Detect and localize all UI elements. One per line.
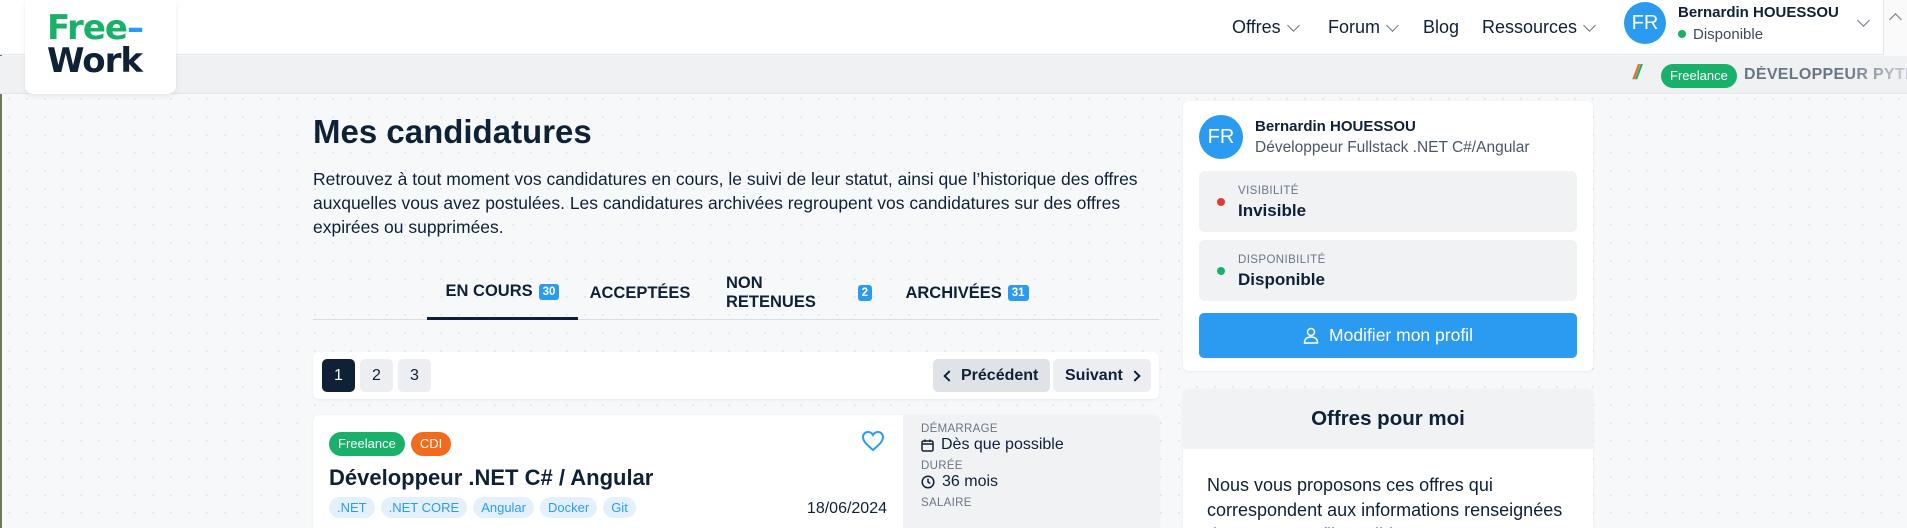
offers-title: Offres pour moi bbox=[1183, 389, 1593, 449]
offers-card: Offres pour moi Nous vous proposons ces … bbox=[1183, 389, 1593, 528]
start-value: Dès que possible bbox=[921, 436, 1159, 454]
visibility-label: VISIBILITÉ bbox=[1238, 185, 1299, 197]
scroll-up-button[interactable] bbox=[1883, 0, 1907, 55]
tab-archivees[interactable]: ARCHIVÉES 31 bbox=[905, 280, 1029, 320]
user-status: Disponible bbox=[1678, 26, 1839, 43]
visibility-value: Invisible bbox=[1238, 201, 1307, 220]
contract-badge-cdi: CDI bbox=[410, 432, 452, 456]
job-title[interactable]: Développeur .NET C# / Angular bbox=[329, 465, 653, 491]
profile-name: Bernardin HOUESSOU bbox=[1255, 118, 1416, 135]
status-dot-icon bbox=[1678, 30, 1686, 38]
page-title: Mes candidatures bbox=[313, 113, 592, 150]
status-dot-icon bbox=[1217, 198, 1225, 206]
nav-forum[interactable]: Forum bbox=[1328, 0, 1399, 55]
ticker-slash-icon: // bbox=[1633, 62, 1641, 84]
skill-tag: Git bbox=[603, 497, 636, 518]
user-menu[interactable]: FR Bernardin HOUESSOU Disponible bbox=[1624, 2, 1870, 44]
page-2-button[interactable]: 2 bbox=[360, 359, 393, 392]
availability-status[interactable]: DISPONIBILITÉ Disponible bbox=[1199, 240, 1577, 301]
pagination: 1 2 3 Précédent Suivant bbox=[313, 352, 1159, 399]
nav-ressources[interactable]: Ressources bbox=[1482, 0, 1596, 55]
skill-tag: Angular bbox=[473, 497, 534, 518]
skill-tag: .NET CORE bbox=[380, 497, 468, 518]
profile-card: FR Bernardin HOUESSOU Développeur Fullst… bbox=[1183, 101, 1593, 371]
start-value-text: Dès que possible bbox=[941, 436, 1064, 453]
tab-en-cours[interactable]: EN COURS 30 bbox=[427, 280, 578, 320]
chevron-down-icon bbox=[1386, 18, 1399, 32]
next-label: Suivant bbox=[1065, 366, 1123, 384]
profile-avatar: FR bbox=[1199, 115, 1243, 159]
duration-value-text: 36 mois bbox=[942, 473, 999, 490]
chevron-down-icon[interactable] bbox=[1857, 14, 1870, 27]
clock-icon bbox=[921, 475, 935, 489]
favorite-heart-icon[interactable] bbox=[861, 430, 885, 457]
tabs: EN COURS 30 ACCEPTÉES NON RETENUES 2 ARC… bbox=[313, 272, 1159, 320]
application-card[interactable]: Freelance CDI Développeur .NET C# / Angu… bbox=[313, 415, 1159, 528]
job-meta: DÉMARRAGE Dès que possible DURÉE 36 mois… bbox=[903, 415, 1159, 528]
edit-profile-button[interactable]: Modifier mon profil bbox=[1199, 313, 1577, 358]
previous-button[interactable]: Précédent bbox=[933, 359, 1051, 392]
tab-non-retenues-count: 2 bbox=[857, 285, 872, 301]
skill-tag: Docker bbox=[540, 497, 598, 518]
nav-ressources-label: Ressources bbox=[1482, 17, 1578, 37]
job-ticker[interactable]: // Freelance DÉVELOPPEUR PYTHO bbox=[0, 56, 1907, 94]
availability-label: DISPONIBILITÉ bbox=[1238, 254, 1326, 266]
contract-badge-freelance: Freelance bbox=[329, 432, 405, 456]
offers-text: Nous vous proposons ces offres qui corre… bbox=[1207, 475, 1563, 528]
page-1-button[interactable]: 1 bbox=[322, 359, 355, 392]
edit-profile-label: Modifier mon profil bbox=[1329, 325, 1473, 345]
application-date: 18/06/2024 bbox=[806, 500, 887, 517]
profile-role: Développeur Fullstack .NET C#/Angular bbox=[1255, 139, 1530, 156]
next-button[interactable]: Suivant bbox=[1053, 359, 1151, 392]
salary-label: SALAIRE bbox=[921, 497, 972, 509]
logo[interactable]: Free– Work bbox=[25, 0, 176, 94]
top-navbar: Offres Forum Blog Ressources FR Bernardi… bbox=[0, 0, 1907, 55]
tab-archivees-label: ARCHIVÉES bbox=[905, 283, 1002, 302]
logo-line2: Work bbox=[47, 41, 143, 81]
tab-en-cours-label: EN COURS bbox=[445, 282, 533, 300]
tab-acceptees-label: ACCEPTÉES bbox=[589, 283, 691, 302]
nav-offres-label: Offres bbox=[1232, 17, 1281, 37]
chevron-down-icon bbox=[1286, 18, 1300, 32]
duration-label: DURÉE bbox=[921, 460, 963, 472]
chevron-left-icon bbox=[943, 369, 955, 382]
tab-non-retenues[interactable]: NON RETENUES 2 bbox=[726, 274, 872, 320]
avatar: FR bbox=[1624, 2, 1666, 44]
calendar-icon bbox=[921, 439, 934, 452]
nav-offres[interactable]: Offres bbox=[1232, 0, 1300, 55]
nav-blog-label: Blog bbox=[1423, 17, 1460, 37]
skill-tag: .NET bbox=[329, 497, 375, 518]
previous-label: Précédent bbox=[961, 366, 1039, 384]
user-name: Bernardin HOUESSOU bbox=[1678, 3, 1839, 21]
nav-blog[interactable]: Blog bbox=[1423, 0, 1459, 55]
nav-forum-label: Forum bbox=[1328, 17, 1381, 37]
page-3-button[interactable]: 3 bbox=[398, 359, 431, 392]
ticker-text: DÉVELOPPEUR PYTHO bbox=[1744, 66, 1907, 83]
availability-value: Disponible bbox=[1238, 270, 1325, 289]
start-label: DÉMARRAGE bbox=[921, 423, 998, 435]
duration-value: 36 mois bbox=[921, 473, 1159, 491]
user-icon bbox=[1303, 327, 1319, 344]
tab-non-retenues-label: NON RETENUES bbox=[726, 274, 816, 311]
page-description: Retrouvez à tout moment vos candidatures… bbox=[313, 169, 1138, 237]
chevron-up-icon bbox=[1889, 13, 1902, 26]
ticker-badge: Freelance bbox=[1661, 64, 1737, 88]
status-dot-icon bbox=[1217, 267, 1225, 275]
tab-archivees-count: 31 bbox=[1007, 285, 1029, 301]
visibility-status[interactable]: VISIBILITÉ Invisible bbox=[1199, 171, 1577, 232]
chevron-down-icon bbox=[1583, 18, 1596, 32]
tab-acceptees[interactable]: ACCEPTÉES bbox=[589, 280, 691, 320]
tab-en-cours-count: 30 bbox=[538, 283, 560, 300]
user-status-label: Disponible bbox=[1693, 25, 1764, 43]
chevron-right-icon bbox=[1129, 369, 1141, 382]
